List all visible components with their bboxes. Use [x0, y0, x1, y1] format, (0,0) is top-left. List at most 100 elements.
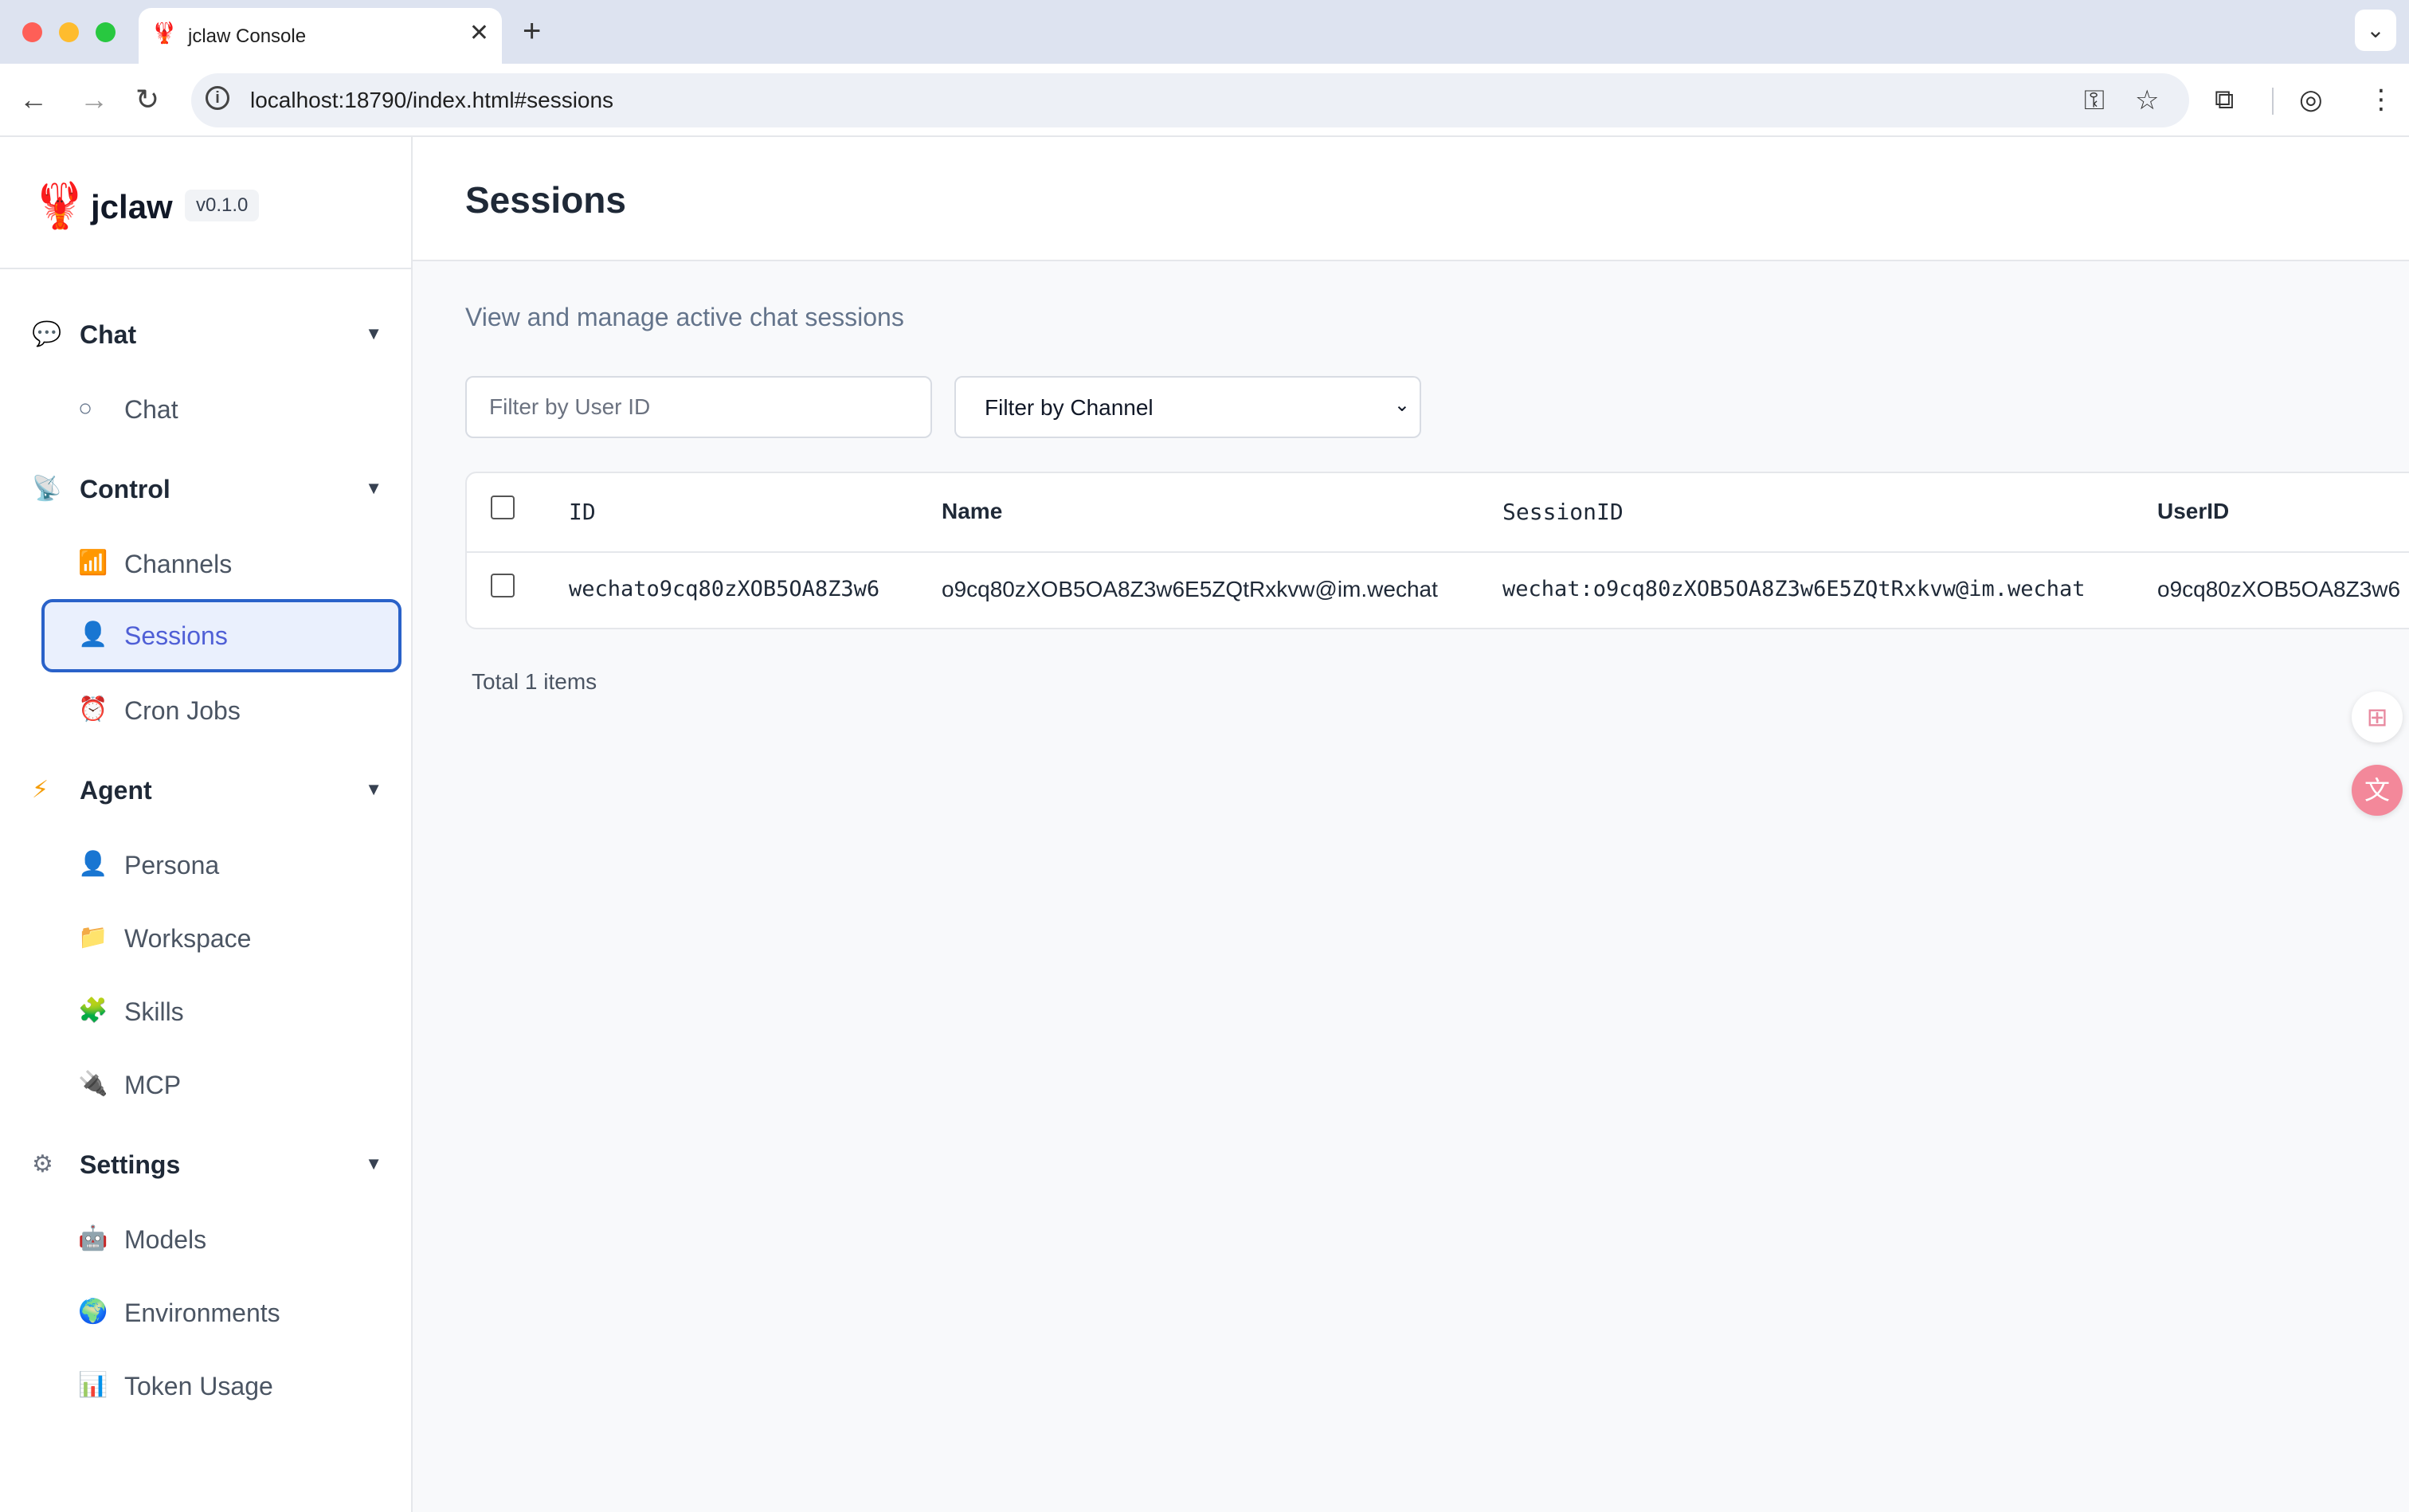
tab-title: jclaw Console	[188, 25, 307, 47]
key-icon[interactable]: ⚿	[2084, 84, 2105, 116]
folder-icon: 📁	[78, 924, 108, 950]
browser-tab-strip: 🦞 jclaw Console ✕ + ⌄	[0, 0, 2409, 64]
url-text[interactable]: localhost:18790/index.html#sessions	[250, 88, 613, 113]
sidebar-item-cron-jobs[interactable]: ⏰ Cron Jobs	[41, 674, 402, 747]
extensions-icon[interactable]: ⧉	[2215, 80, 2234, 119]
sidebar-item-label: Persona	[124, 851, 220, 879]
caret-down-icon: ▼	[365, 779, 382, 799]
sidebar-group-label: Agent	[80, 776, 152, 805]
site-info-icon[interactable]: i	[206, 86, 229, 110]
page-header: Sessions	[413, 137, 2409, 261]
sidebar-item-environments[interactable]: 🌍 Environments	[41, 1276, 402, 1349]
robot-icon: 🤖	[78, 1225, 108, 1252]
bar-chart-icon: 📊	[78, 1372, 108, 1398]
page-subtitle: View and manage active chat sessions	[465, 303, 904, 331]
lobster-favicon-icon: 🦞	[151, 21, 178, 45]
puzzle-piece-icon: 🧩	[78, 997, 108, 1024]
sidebar-group-chat[interactable]: 💬 Chat ▼	[32, 311, 382, 358]
signal-bars-icon: 📶	[78, 550, 108, 576]
reload-icon[interactable]: ↻	[135, 81, 159, 118]
tab-search-button[interactable]: ⌄	[2355, 10, 2396, 51]
sidebar-item-label: Workspace	[124, 924, 252, 953]
sidebar-item-label: Skills	[124, 997, 184, 1026]
sidebar-item-label: Environments	[124, 1299, 280, 1327]
sidebar-item-skills[interactable]: 🧩 Skills	[41, 975, 402, 1048]
channel-filter-value: Filter by Channel	[985, 395, 1154, 420]
alarm-clock-icon: ⏰	[78, 696, 108, 723]
sidebar-item-sessions[interactable]: 👤 Sessions	[41, 599, 402, 672]
forward-arrow-icon[interactable]: →	[80, 81, 108, 118]
browser-tab-active[interactable]: 🦞 jclaw Console ✕	[139, 8, 502, 64]
sidebar-item-label: MCP	[124, 1071, 182, 1099]
user-icon: 👤	[78, 621, 108, 648]
table-row[interactable]: wechato9cq80zXOB5OA8Z3w6 o9cq80zXOB5OA8Z…	[467, 551, 2409, 628]
column-header-sessionid[interactable]: SessionID	[1502, 499, 1624, 525]
sidebar-item-channels[interactable]: 📶 Channels	[41, 527, 402, 601]
sidebar-item-label: Channels	[124, 550, 233, 578]
sidebar-item-models[interactable]: 🤖 Models	[41, 1203, 402, 1276]
channel-filter-select[interactable]: Filter by Channel ⌄	[954, 376, 1421, 438]
cell-id: wechato9cq80zXOB5OA8Z3w6	[569, 577, 880, 601]
caret-down-icon: ▼	[365, 1154, 382, 1173]
new-tab-button[interactable]: +	[523, 11, 541, 51]
version-badge: v0.1.0	[185, 190, 260, 221]
user-icon: 👤	[78, 851, 108, 877]
sidebar-group-agent[interactable]: ⚡ Agent ▼	[32, 766, 382, 814]
cell-name: o9cq80zXOB5OA8Z3w6E5ZQtRxkvw@im.wechat	[942, 577, 1438, 601]
lobster-logo-icon: 🦞	[32, 180, 88, 230]
translate-icon[interactable]: 文	[2352, 765, 2403, 816]
sidebar-item-label: Cron Jobs	[124, 696, 241, 725]
minimize-window-button[interactable]	[59, 22, 79, 42]
sidebar-item-label: Chat	[124, 395, 178, 424]
sidebar-item-label: Token Usage	[124, 1372, 273, 1400]
address-bar[interactable]: i localhost:18790/index.html#sessions ⚿ …	[191, 73, 2189, 127]
speech-bubble-icon: 💬	[32, 321, 62, 347]
sidebar-group-label: Chat	[80, 320, 137, 349]
plug-icon: 🔌	[78, 1071, 108, 1097]
tab-close-icon[interactable]: ✕	[469, 19, 489, 47]
sidebar-item-chat[interactable]: ○ Chat	[41, 373, 402, 446]
table-header: ID Name SessionID UserID	[467, 473, 2409, 553]
lightning-icon: ⚡	[32, 777, 49, 803]
column-header-userid[interactable]: UserID	[2157, 499, 2229, 524]
back-arrow-icon[interactable]: ←	[19, 81, 48, 118]
caret-down-icon: ▼	[365, 478, 382, 498]
sidebar-group-label: Settings	[80, 1150, 181, 1179]
sidebar-item-label: Sessions	[124, 621, 228, 650]
sessions-table: ID Name SessionID UserID wechato9cq80zXO…	[465, 472, 2409, 629]
select-all-checkbox[interactable]	[491, 496, 515, 519]
star-icon[interactable]: ☆	[2135, 84, 2159, 116]
total-count: Total 1 items	[472, 669, 597, 694]
caret-down-icon: ▼	[365, 323, 382, 343]
page-title: Sessions	[465, 179, 626, 221]
user-id-filter-input[interactable]	[465, 376, 932, 438]
sidebar-divider	[0, 268, 411, 269]
kebab-menu-icon[interactable]: ⋮	[2368, 80, 2395, 119]
column-header-id[interactable]: ID	[569, 499, 596, 525]
sidebar-group-label: Control	[80, 475, 170, 503]
toolbar-separator	[2272, 88, 2274, 115]
circle-icon: ○	[78, 395, 93, 421]
cell-userid: o9cq80zXOB5OA8Z3w6	[2157, 577, 2401, 601]
grid-sparkle-icon[interactable]: ⊞	[2352, 691, 2403, 742]
row-checkbox[interactable]	[491, 574, 515, 597]
sidebar-item-persona[interactable]: 👤 Persona	[41, 828, 402, 902]
sidebar-item-label: Models	[124, 1225, 207, 1254]
sidebar: 🦞 jclaw v0.1.0 💬 Chat ▼ ○ Chat 📡 Control…	[0, 137, 413, 1512]
gear-icon: ⚙	[32, 1151, 53, 1177]
brand-name: jclaw	[91, 188, 173, 225]
main-content: Sessions View and manage active chat ses…	[413, 137, 2409, 1512]
sidebar-item-workspace[interactable]: 📁 Workspace	[41, 902, 402, 975]
satellite-dish-icon: 📡	[32, 476, 62, 502]
close-window-button[interactable]	[22, 22, 42, 42]
zoom-window-button[interactable]	[96, 22, 116, 42]
chevron-down-icon: ⌄	[1393, 394, 1410, 416]
sidebar-group-settings[interactable]: ⚙ Settings ▼	[32, 1141, 382, 1189]
profile-icon[interactable]: ◎	[2299, 80, 2323, 119]
sidebar-item-mcp[interactable]: 🔌 MCP	[41, 1048, 402, 1122]
cell-sessionid: wechat:o9cq80zXOB5OA8Z3w6E5ZQtRxkvw@im.w…	[1502, 577, 2086, 601]
globe-icon: 🌍	[78, 1299, 108, 1325]
sidebar-group-control[interactable]: 📡 Control ▼	[32, 465, 382, 513]
sidebar-item-token-usage[interactable]: 📊 Token Usage	[41, 1349, 402, 1423]
column-header-name[interactable]: Name	[942, 499, 1002, 524]
